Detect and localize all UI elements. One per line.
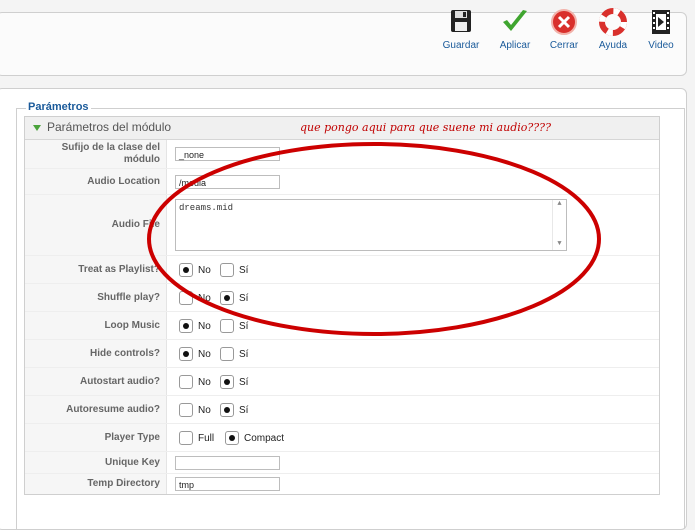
row-audio-file: Audio File dreams.mid ▲ ▼ bbox=[25, 195, 659, 256]
autostart-no-radio[interactable] bbox=[179, 374, 193, 389]
autostart-label: Autostart audio? bbox=[25, 368, 167, 395]
loop-yes-label: Sí bbox=[239, 320, 249, 332]
temp-dir-label: Temp Directory bbox=[25, 474, 167, 494]
player-type-compact-radio[interactable] bbox=[225, 430, 239, 445]
module-params-title: Parámetros del módulo bbox=[47, 120, 172, 134]
loop-no-radio[interactable] bbox=[179, 318, 193, 333]
loop-no-label: No bbox=[198, 320, 211, 332]
row-temp-dir: Temp Directory tmp bbox=[25, 474, 659, 494]
autostart-yes-label: Sí bbox=[239, 376, 249, 388]
row-autoresume: Autoresume audio? No Sí bbox=[25, 396, 659, 424]
scroll-down-arrow-icon[interactable]: ▼ bbox=[553, 240, 566, 248]
suffix-label: Sufijo de la clase del módulo bbox=[25, 140, 167, 168]
textarea-scrollbar[interactable]: ▲ ▼ bbox=[552, 200, 566, 250]
player-type-label: Player Type bbox=[25, 424, 167, 451]
player-type-full-radio[interactable] bbox=[179, 430, 193, 445]
lifebuoy-icon bbox=[599, 8, 627, 36]
audio-file-value: dreams.mid bbox=[179, 203, 234, 213]
loop-label: Loop Music bbox=[25, 312, 167, 339]
row-unique-key: Unique Key bbox=[25, 452, 659, 474]
close-icon bbox=[551, 9, 577, 35]
apply-button[interactable]: Aplicar bbox=[491, 8, 539, 51]
treat-playlist-no-label: No bbox=[198, 264, 211, 276]
annotation-text: que pongo aqui para que suene mi audio??… bbox=[300, 121, 551, 134]
temp-dir-input[interactable]: tmp bbox=[175, 477, 280, 491]
treat-playlist-yes-label: Sí bbox=[239, 264, 249, 276]
row-player-type: Player Type Full Compact bbox=[25, 424, 659, 452]
expand-triangle-icon bbox=[33, 125, 41, 131]
shuffle-yes-radio[interactable] bbox=[220, 290, 234, 305]
save-label: Guardar bbox=[442, 40, 480, 51]
audio-location-input[interactable]: /media bbox=[175, 174, 280, 189]
hide-controls-yes-label: Sí bbox=[239, 348, 249, 360]
autoresume-no-label: No bbox=[198, 404, 211, 416]
row-audio-location: Audio Location /media bbox=[25, 169, 659, 195]
autostart-no-label: No bbox=[198, 376, 211, 388]
shuffle-no-radio[interactable] bbox=[179, 290, 193, 305]
audio-location-label: Audio Location bbox=[25, 169, 167, 194]
shuffle-no-label: No bbox=[198, 292, 211, 304]
help-button[interactable]: Ayuda bbox=[589, 8, 637, 51]
audio-file-label: Audio File bbox=[25, 195, 167, 255]
player-type-full-label: Full bbox=[198, 432, 215, 444]
row-hide-controls: Hide controls? No Sí bbox=[25, 340, 659, 368]
help-label: Ayuda bbox=[598, 40, 628, 51]
row-loop: Loop Music No Sí bbox=[25, 312, 659, 340]
treat-playlist-label: Treat as Playlist? bbox=[25, 256, 167, 283]
loop-yes-radio[interactable] bbox=[220, 318, 234, 333]
params-legend: Parámetros bbox=[26, 101, 91, 113]
autoresume-label: Autoresume audio? bbox=[25, 396, 167, 423]
audio-file-textarea[interactable]: dreams.mid ▲ ▼ bbox=[175, 199, 567, 251]
autoresume-yes-radio[interactable] bbox=[220, 402, 234, 417]
close-button[interactable]: Cerrar bbox=[540, 8, 588, 51]
player-type-compact-label: Compact bbox=[244, 432, 285, 444]
autoresume-no-radio[interactable] bbox=[179, 402, 193, 417]
treat-playlist-yes-radio[interactable] bbox=[220, 262, 234, 277]
apply-label: Aplicar bbox=[499, 40, 531, 51]
autostart-yes-radio[interactable] bbox=[220, 374, 234, 389]
row-suffix: Sufijo de la clase del módulo _none bbox=[25, 140, 659, 169]
row-autostart: Autostart audio? No Sí bbox=[25, 368, 659, 396]
module-params-box: Parámetros del módulo Sufijo de la clase… bbox=[24, 116, 660, 495]
treat-playlist-no-radio[interactable] bbox=[179, 262, 193, 277]
shuffle-label: Shuffle play? bbox=[25, 284, 167, 311]
save-button[interactable]: Guardar bbox=[437, 8, 485, 51]
unique-key-label: Unique Key bbox=[25, 452, 167, 473]
shuffle-yes-label: Sí bbox=[239, 292, 249, 304]
hide-controls-no-label: No bbox=[198, 348, 211, 360]
film-icon bbox=[652, 10, 670, 34]
autoresume-yes-label: Sí bbox=[239, 404, 249, 416]
hide-controls-yes-radio[interactable] bbox=[220, 346, 234, 361]
close-label: Cerrar bbox=[549, 40, 579, 51]
unique-key-input[interactable] bbox=[175, 455, 280, 470]
scroll-up-arrow-icon[interactable]: ▲ bbox=[553, 200, 566, 208]
hide-controls-no-radio[interactable] bbox=[179, 346, 193, 361]
row-shuffle: Shuffle play? No Sí bbox=[25, 284, 659, 312]
video-button[interactable]: Video bbox=[637, 8, 685, 51]
hide-controls-label: Hide controls? bbox=[25, 340, 167, 367]
video-label: Video bbox=[648, 40, 674, 51]
suffix-input[interactable]: _none bbox=[175, 147, 280, 161]
checkmark-icon bbox=[503, 10, 527, 31]
floppy-disk-icon bbox=[451, 10, 471, 32]
row-treat-playlist: Treat as Playlist? No Sí bbox=[25, 256, 659, 284]
